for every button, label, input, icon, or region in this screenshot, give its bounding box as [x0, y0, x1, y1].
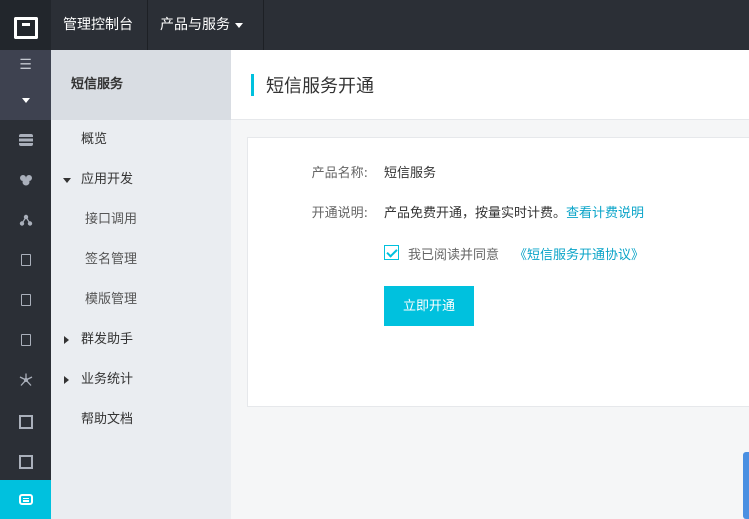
sidebar-item-label: 业务统计: [81, 372, 134, 387]
network-icon: [19, 214, 32, 226]
sidebar-item-overview[interactable]: 概览: [51, 120, 231, 160]
rail-item-network[interactable]: [0, 200, 51, 240]
sidebar-item-label: 帮助文档: [81, 412, 134, 427]
icon-rail: ☰: [0, 50, 51, 519]
caret-right-icon: [64, 336, 69, 344]
sidebar-item-label: 接口调用: [85, 212, 138, 227]
chevron-down-icon: [21, 97, 30, 103]
rail-item-cloud[interactable]: [0, 160, 51, 200]
caret-down-icon: [63, 178, 71, 183]
sub-sidebar: 短信服务 概览 应用开发 接口调用 签名管理 模版管理 群发助手 业务统计 帮助…: [51, 50, 231, 519]
rail-item-sms[interactable]: [0, 480, 51, 519]
storage-icon: [18, 134, 33, 146]
sidebar-item-templates[interactable]: 模版管理: [51, 280, 231, 320]
title-accent-bar: [251, 73, 254, 96]
sidebar-item-label: 群发助手: [81, 332, 134, 347]
rail-item-box-1[interactable]: [0, 240, 51, 280]
rail-item-product-1[interactable]: [0, 400, 51, 440]
product-label: 产品名称:: [311, 166, 368, 181]
products-menu-label: 产品与服务: [160, 17, 230, 33]
brand-logo-icon: [13, 17, 38, 39]
sidebar-item-api[interactable]: 接口调用: [51, 200, 231, 240]
cloud-icon: [19, 175, 32, 186]
sidebar-item-help[interactable]: 帮助文档: [51, 400, 231, 440]
mini-logo-icon: [18, 455, 33, 469]
share-icon: [19, 373, 32, 386]
rail-item-box-2[interactable]: [0, 280, 51, 320]
page-title: 短信服务开通: [266, 75, 374, 97]
sidebar-item-label: 签名管理: [85, 252, 138, 267]
main-content: 短信服务开通 产品名称: 短信服务 开通说明: 产品免费开通，按量实时计费。查看…: [231, 50, 749, 519]
chevron-down-icon: [235, 22, 243, 28]
sidebar-item-statistics[interactable]: 业务统计: [51, 360, 231, 400]
product-value: 短信服务: [384, 166, 437, 181]
menu-icon[interactable]: ☰: [0, 50, 51, 80]
agree-text: 我已阅读并同意: [408, 248, 500, 263]
rail-item-product-2[interactable]: [0, 440, 51, 480]
logo[interactable]: [0, 0, 51, 50]
sidebar-item-label: 模版管理: [85, 292, 138, 307]
desc-value: 产品免费开通，按量实时计费。: [384, 206, 567, 221]
sub-sidebar-title: 短信服务: [51, 50, 231, 120]
sidebar-item-signatures[interactable]: 签名管理: [51, 240, 231, 280]
box-icon: [20, 294, 31, 306]
rail-item-storage[interactable]: [0, 120, 51, 160]
sidebar-item-app-dev[interactable]: 应用开发: [51, 160, 231, 200]
rail-item-share[interactable]: [0, 360, 51, 400]
agree-checkbox[interactable]: [384, 245, 399, 260]
chat-icon: [18, 494, 33, 505]
sidebar-item-bulk-send[interactable]: 群发助手: [51, 320, 231, 360]
box-icon: [20, 334, 31, 346]
desc-value-wrap: 产品免费开通，按量实时计费。查看计费说明: [384, 202, 644, 221]
body-area: 产品名称: 短信服务 开通说明: 产品免费开通，按量实时计费。查看计费说明 我已…: [231, 120, 749, 519]
caret-right-icon: [64, 376, 69, 384]
sidebar-item-label: 概览: [81, 132, 108, 147]
activation-card: 产品名称: 短信服务 开通说明: 产品免费开通，按量实时计费。查看计费说明 我已…: [247, 137, 749, 407]
activate-button[interactable]: 立即开通: [384, 286, 474, 326]
agreement-link[interactable]: 《短信服务开通协议》: [514, 244, 644, 263]
top-bar: 管理控制台 产品与服务: [0, 0, 749, 50]
mini-logo-icon: [18, 415, 33, 429]
page-header: 短信服务开通: [231, 50, 749, 120]
console-link[interactable]: 管理控制台: [51, 0, 148, 50]
rail-collapse-toggle[interactable]: [0, 80, 51, 120]
scrollbar-thumb[interactable]: [743, 452, 749, 519]
sidebar-item-label: 应用开发: [81, 172, 134, 187]
box-icon: [20, 254, 31, 266]
rail-item-box-3[interactable]: [0, 320, 51, 360]
desc-label: 开通说明:: [311, 206, 368, 221]
products-menu[interactable]: 产品与服务: [148, 0, 264, 50]
pricing-link[interactable]: 查看计费说明: [566, 206, 644, 221]
